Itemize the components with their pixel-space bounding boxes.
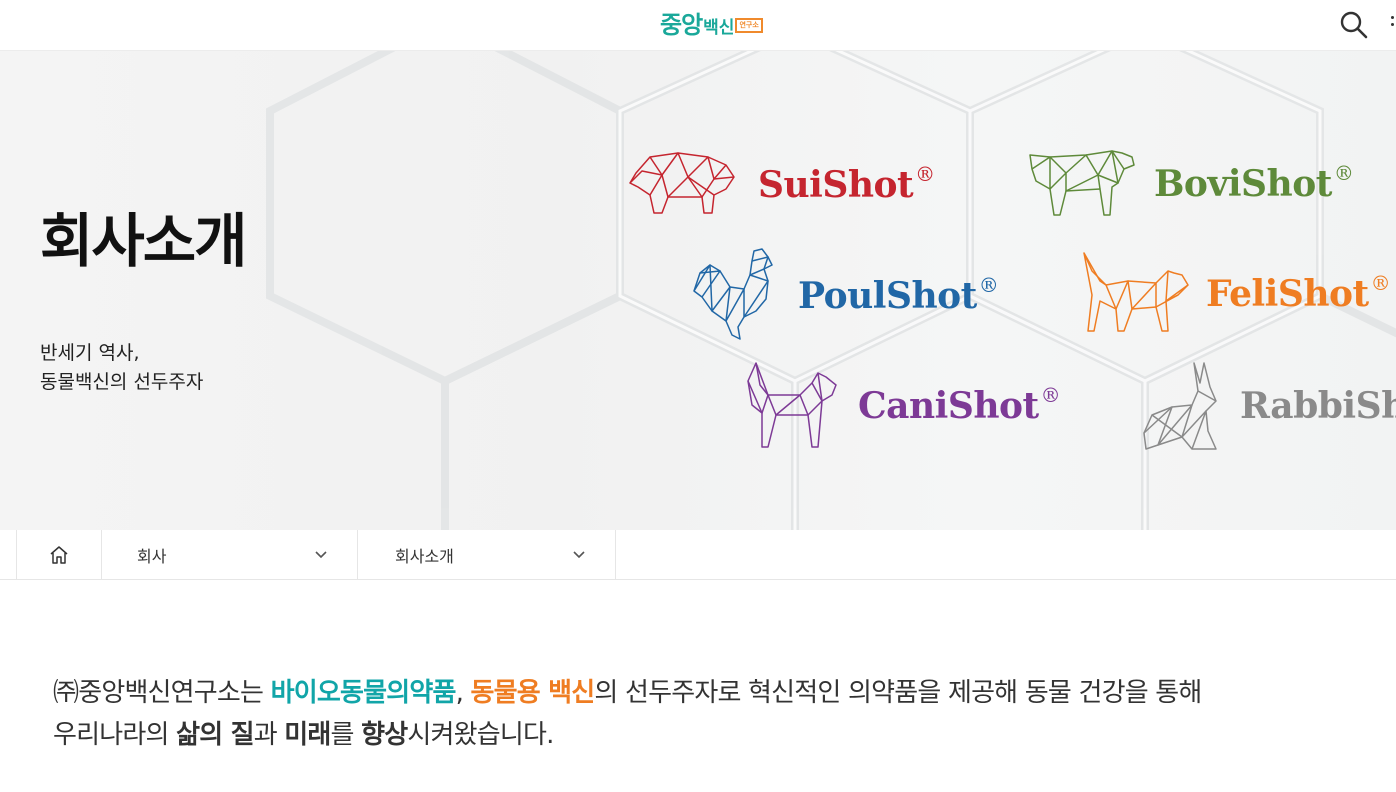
- logo-tag: 연구소: [735, 18, 763, 33]
- brand-name-poulshot: PoulShot ®: [798, 273, 999, 317]
- breadcrumb-level1-select[interactable]: 회사: [100, 530, 358, 579]
- brand-rabbishot: RabbiSh: [1142, 361, 1396, 451]
- hero-banner: 회사소개 반세기 역사, 동물백신의 선두주자 SuiShot ® BoviSh…: [0, 51, 1396, 530]
- site-header: 중앙 백신 연구소: [0, 0, 1396, 51]
- hero-subtitle-line2: 동물백신의 선두주자: [40, 371, 204, 393]
- home-icon: [50, 545, 68, 564]
- breadcrumb-home[interactable]: [16, 530, 102, 579]
- hero-subtitle: 반세기 역사, 동물백신의 선두주자: [40, 339, 203, 397]
- brand-name-canishot: CaniShot ®: [858, 383, 1061, 427]
- logo-sub-text: 백신: [703, 18, 735, 38]
- pig-icon: [629, 152, 735, 214]
- cow-icon: [1029, 150, 1135, 216]
- logo-main-text: 중앙: [660, 11, 703, 39]
- search-icon: [1340, 11, 1368, 39]
- site-logo[interactable]: 중앙 백신 연구소: [660, 8, 763, 40]
- brand-name-felishot: FeliShot ®: [1206, 271, 1391, 315]
- breadcrumb: 회사 회사소개: [0, 530, 1396, 580]
- chevron-down-icon: [573, 550, 585, 558]
- brand-canishot: CaniShot ®: [746, 361, 1061, 449]
- brand-name-bovishot: BoviShot ®: [1154, 161, 1354, 205]
- brand-felishot: FeliShot ®: [1082, 251, 1391, 335]
- rooster-icon: [693, 248, 773, 340]
- company-intro-text: ㈜중앙백신연구소는 바이오동물의약품, 동물용 백신의 선두주자로 혁신적인 의…: [53, 678, 1202, 750]
- page-title: 회사소개: [40, 207, 247, 275]
- brand-bovishot: BoviShot ®: [1026, 149, 1354, 217]
- brand-name-rabbishot: RabbiSh: [1240, 385, 1396, 427]
- rabbit-icon: [1143, 362, 1217, 450]
- cat-icon: [1083, 252, 1189, 332]
- breadcrumb-level2-select[interactable]: 회사소개: [358, 530, 616, 579]
- highlight-vaccine: 동물용 백신: [470, 678, 596, 708]
- brand-suishot: SuiShot ®: [628, 151, 935, 217]
- brand-poulshot: PoulShot ®: [692, 247, 999, 343]
- search-button[interactable]: [1338, 9, 1370, 41]
- menu-edge-icon[interactable]: [1391, 16, 1394, 34]
- brand-name-suishot: SuiShot ®: [758, 162, 935, 206]
- breadcrumb-level2-label: 회사소개: [395, 546, 454, 566]
- highlight-bio: 바이오동물의약품: [270, 678, 457, 708]
- breadcrumb-level1-label: 회사: [137, 546, 167, 566]
- hero-subtitle-line1: 반세기 역사,: [40, 342, 140, 364]
- chevron-down-icon: [315, 550, 327, 558]
- dog-icon: [747, 362, 837, 448]
